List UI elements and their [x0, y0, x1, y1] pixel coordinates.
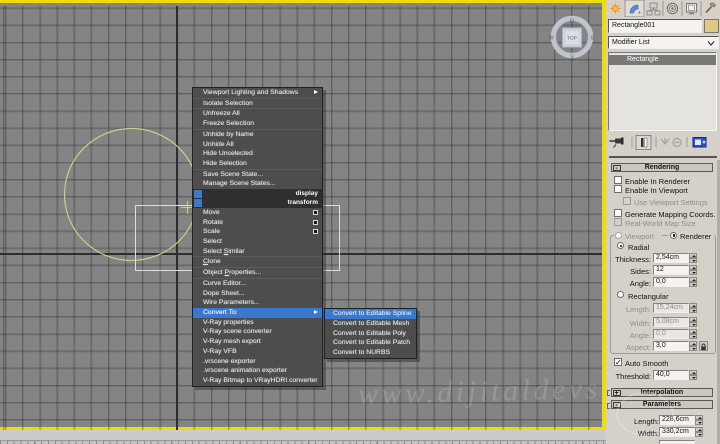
svg-text:S: S: [570, 55, 574, 61]
svg-text:TOP: TOP: [567, 36, 577, 42]
svg-text:N: N: [570, 19, 574, 25]
svg-text:E: E: [591, 36, 595, 42]
svg-text:W: W: [548, 36, 554, 42]
